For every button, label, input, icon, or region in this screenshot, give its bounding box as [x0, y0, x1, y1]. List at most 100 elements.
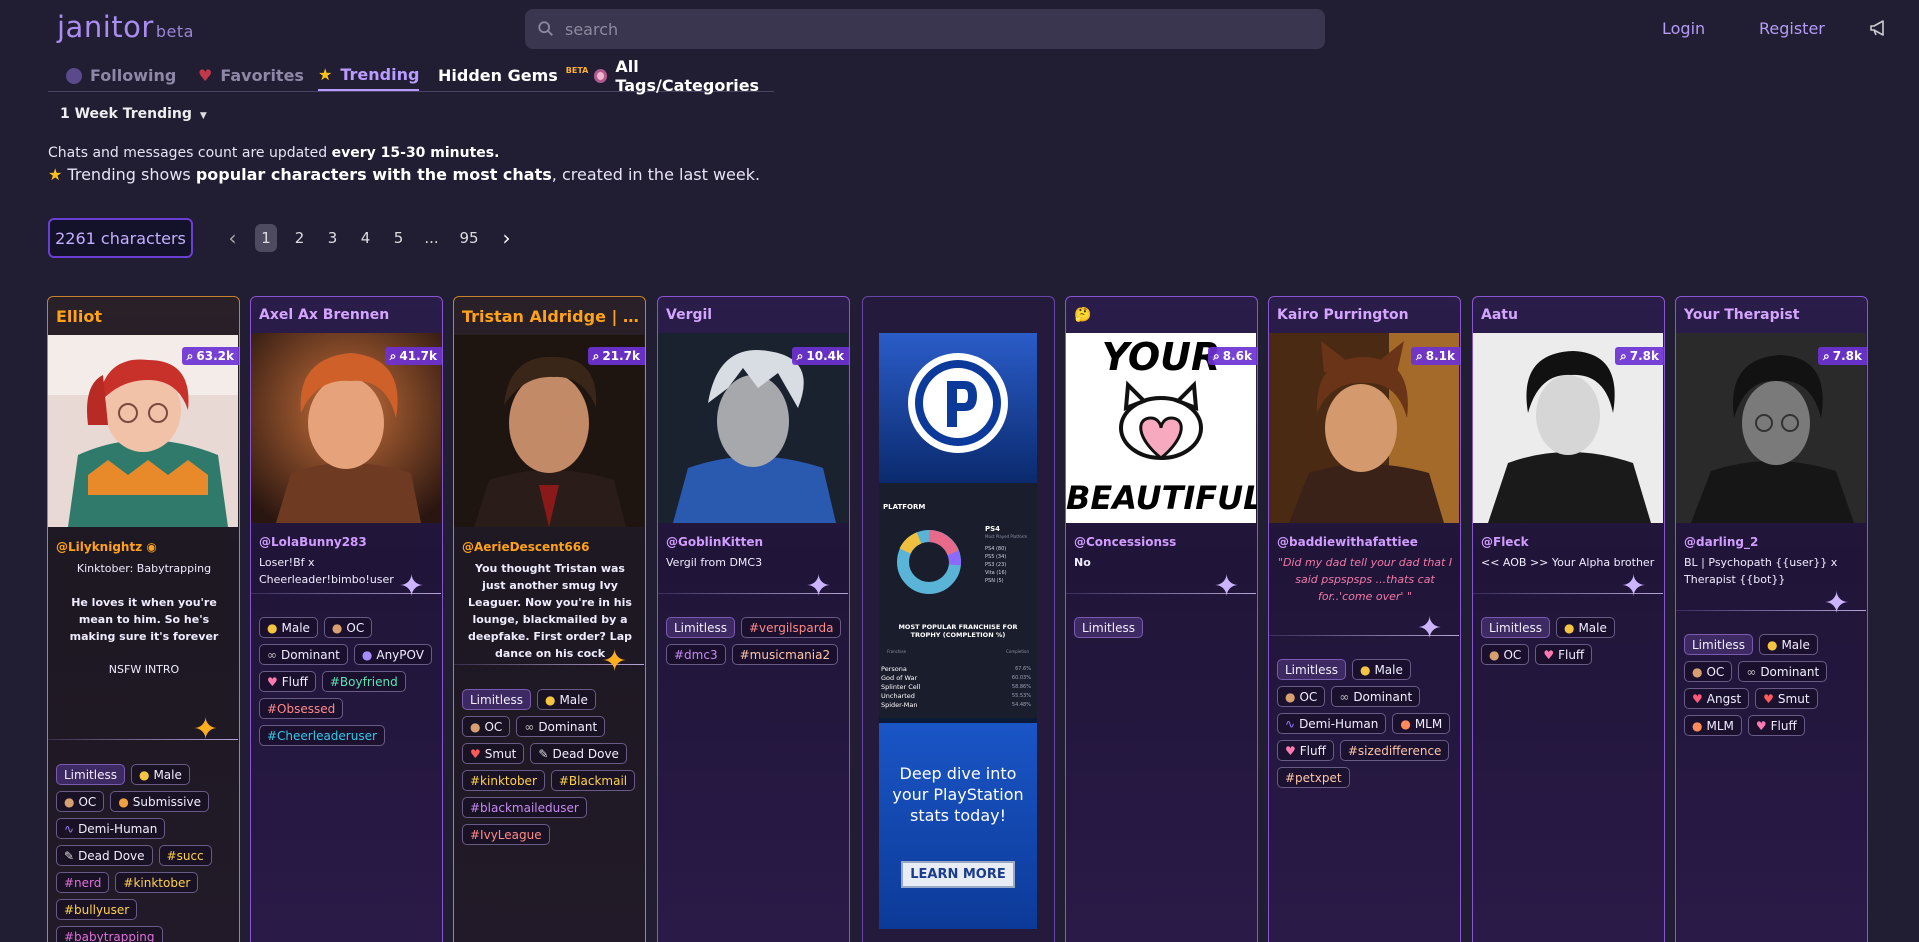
- chat-count-badge: ⌕ 21.7k: [587, 347, 645, 365]
- tag-oc[interactable]: ● OC: [323, 617, 373, 638]
- tag-blackmaileduser[interactable]: #blackmaileduser: [462, 797, 587, 818]
- register-link[interactable]: Register: [1759, 19, 1825, 38]
- tag-male[interactable]: ● Male: [1758, 634, 1818, 655]
- next-page-button[interactable]: ›: [490, 224, 523, 252]
- author-link[interactable]: @Lilyknightz ◉: [56, 540, 157, 554]
- tag-mlm[interactable]: ● MLM: [1684, 715, 1742, 736]
- author-link[interactable]: @LolaBunny283: [259, 535, 367, 549]
- character-card[interactable]: Kairo Purrington ⌕ 8.1k @baddiewithafatti…: [1268, 296, 1461, 942]
- tag-mlm[interactable]: ● MLM: [1392, 713, 1451, 734]
- tag-dominant[interactable]: ∞ Dominant: [259, 644, 348, 665]
- tag-dominant[interactable]: ∞ Dominant: [1331, 686, 1421, 707]
- tag-kinktober[interactable]: #kinktober: [115, 872, 199, 893]
- character-card[interactable]: Vergil ⌕ 10.4k @GoblinKitten Vergil from …: [657, 296, 850, 942]
- tab-favorites[interactable]: ♥ Favorites: [198, 60, 304, 91]
- learn-more-button[interactable]: LEARN MORE: [901, 861, 1015, 888]
- tag-male[interactable]: ● Male: [130, 764, 190, 785]
- tag-succ[interactable]: #succ: [158, 845, 212, 866]
- tag-limitless[interactable]: Limitless: [462, 689, 531, 710]
- tag-angst[interactable]: ♥ Angst: [1684, 688, 1750, 709]
- search-box[interactable]: [525, 9, 1325, 49]
- tag-dead-dove[interactable]: ✎ Dead Dove: [56, 845, 153, 866]
- tag-limitless[interactable]: Limitless: [1684, 634, 1753, 655]
- character-card[interactable]: 🤔 YOUR BEAUTIFUL ⌕ 8.6k @Concessionss No …: [1065, 296, 1258, 942]
- advertisement[interactable]: PLATFORM PS4 Most Played Platform PS4 (8…: [862, 296, 1055, 942]
- tag-male[interactable]: ● Male: [259, 617, 318, 638]
- page-95[interactable]: 95: [448, 224, 490, 252]
- tag-vergilsparda[interactable]: #vergilsparda: [740, 617, 842, 638]
- author-link[interactable]: @Concessionss: [1074, 535, 1176, 549]
- character-tagline: BL | Psychopath {{user}} x Therapist {{b…: [1684, 556, 1838, 586]
- tag-male[interactable]: ● Male: [536, 689, 596, 710]
- tag-kinktober[interactable]: #kinktober: [462, 770, 545, 791]
- tag-babytrapping[interactable]: #babytrapping: [56, 926, 163, 942]
- tag-anypov[interactable]: ● AnyPOV: [353, 644, 432, 665]
- tag-fluff[interactable]: ♥ Fluff: [1747, 715, 1805, 736]
- tag-blackmail[interactable]: #Blackmail: [550, 770, 636, 791]
- tab-trending[interactable]: ★ Trending: [318, 60, 420, 91]
- logo[interactable]: janitor beta: [57, 10, 194, 44]
- character-card[interactable]: Tristan Aldridge | De... ⌕21.7k @AerieDe…: [453, 296, 646, 942]
- tag-male[interactable]: ● Male: [1351, 659, 1411, 680]
- tag-smut[interactable]: ♥ Smut: [1755, 688, 1818, 709]
- author-link[interactable]: @AerieDescent666: [462, 540, 589, 554]
- character-card[interactable]: Aatu ⌕ 7.8k @Fleck << AOB >> Your Alpha b…: [1472, 296, 1665, 942]
- login-link[interactable]: Login: [1662, 19, 1705, 38]
- page-1[interactable]: 1: [255, 224, 277, 252]
- tag-fluff[interactable]: ♥ Fluff: [1535, 644, 1593, 665]
- tag-limitless[interactable]: Limitless: [666, 617, 735, 638]
- tag-obsessed[interactable]: #Obsessed: [259, 698, 344, 719]
- page-5[interactable]: 5: [382, 224, 415, 252]
- author-link[interactable]: @baddiewithafattiee: [1277, 535, 1418, 549]
- character-card[interactable]: Axel Ax Brennen ⌕ 41.7k @LolaBunny283 Los…: [250, 296, 443, 942]
- tag-male[interactable]: ● Male: [1555, 617, 1615, 638]
- tag-musicmania2[interactable]: #musicmania2: [731, 644, 839, 665]
- tag-limitless[interactable]: Limitless: [56, 764, 125, 785]
- tag-oc[interactable]: ● OC: [1481, 644, 1530, 665]
- tag-bullyuser[interactable]: #bullyuser: [56, 899, 138, 920]
- tag-oc[interactable]: ● OC: [462, 716, 511, 737]
- tag-fluff[interactable]: ♥ Fluff: [1277, 740, 1334, 761]
- tag-smut[interactable]: ♥ Smut: [462, 743, 525, 764]
- tab-all-tags[interactable]: All Tags/Categories: [594, 57, 774, 95]
- tab-following[interactable]: Following: [66, 60, 176, 91]
- tag-demi-human[interactable]: ∿ Demi-Human: [1277, 713, 1387, 734]
- tag-oc[interactable]: ● OC: [1684, 661, 1733, 682]
- tag-ivyleague[interactable]: #IvyLeague: [462, 824, 550, 845]
- page-4[interactable]: 4: [349, 224, 382, 252]
- page-2[interactable]: 2: [283, 224, 316, 252]
- tag-submissive[interactable]: ● Submissive: [110, 791, 209, 812]
- divider: [1066, 593, 1256, 594]
- mlm-icon: ●: [1400, 716, 1411, 731]
- tag-dead-dove[interactable]: ✎ Dead Dove: [530, 743, 627, 764]
- tag-dmc3[interactable]: #dmc3: [666, 644, 726, 665]
- tab-hidden-gems[interactable]: Hidden Gems BETA: [438, 60, 588, 91]
- tag-oc[interactable]: ● OC: [56, 791, 105, 812]
- ad-panel[interactable]: PLATFORM PS4 Most Played Platform PS4 (8…: [879, 333, 1037, 929]
- tag-limitless[interactable]: Limitless: [1277, 659, 1346, 680]
- author-link[interactable]: @GoblinKitten: [666, 535, 763, 549]
- tag-limitless[interactable]: Limitless: [1074, 617, 1143, 638]
- tag-boyfriend[interactable]: #Boyfriend: [321, 671, 406, 692]
- author-link[interactable]: @Fleck: [1481, 535, 1529, 549]
- page-3[interactable]: 3: [316, 224, 349, 252]
- tag-cheerleaderuser[interactable]: #Cheerleaderuser: [259, 725, 385, 746]
- trending-period-select[interactable]: 1 Week Trending ▼: [60, 106, 207, 122]
- person-icon: ●: [1285, 689, 1296, 704]
- tag-oc[interactable]: ● OC: [1277, 686, 1326, 707]
- tag-demi-human[interactable]: ∿ Demi-Human: [56, 818, 166, 839]
- prev-page-button[interactable]: ‹: [216, 224, 249, 252]
- author-link[interactable]: @darling_2: [1684, 535, 1758, 549]
- ad-row: Uncharted 55.53%: [881, 692, 1031, 701]
- tag-petxpet[interactable]: #petxpet: [1277, 767, 1350, 788]
- character-card[interactable]: Your Therapist ⌕ 7.8k @darling_2 BL | Psy…: [1675, 296, 1868, 942]
- megaphone-icon[interactable]: [1868, 18, 1888, 38]
- tag-dominant[interactable]: ∞ Dominant: [516, 716, 606, 737]
- tag-fluff[interactable]: ♥ Fluff: [259, 671, 316, 692]
- search-input[interactable]: [565, 9, 1305, 49]
- character-card[interactable]: Elliot ⌕ 63.2k @Lilyknightz ◉ Kinktober: …: [47, 296, 240, 942]
- tag-sizedifference[interactable]: #sizedifference: [1339, 740, 1450, 761]
- tag-limitless[interactable]: Limitless: [1481, 617, 1550, 638]
- tag-dominant[interactable]: ∞ Dominant: [1738, 661, 1828, 682]
- tag-nerd[interactable]: #nerd: [56, 872, 110, 893]
